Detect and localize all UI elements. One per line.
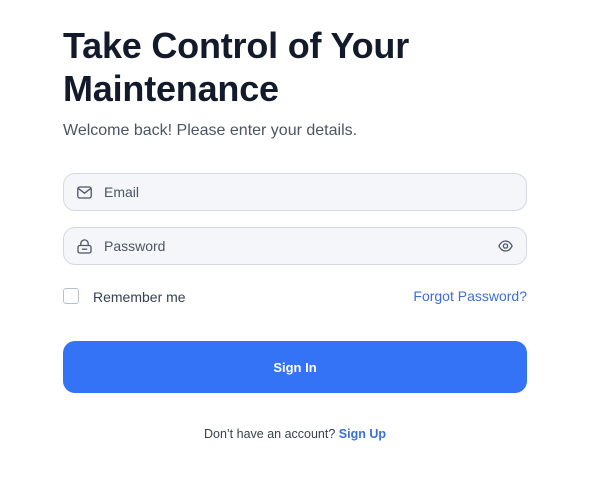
page-title: Take Control of Your Maintenance [63, 25, 410, 109]
form-options-row: Remember me Forgot Password? [63, 287, 527, 307]
sign-up-link[interactable]: Sign Up [339, 427, 386, 441]
remember-me-checkbox[interactable] [63, 288, 79, 304]
page-subtitle: Welcome back! Please enter your details. [63, 122, 358, 139]
signup-prompt: Don’t have an account? Sign Up [63, 427, 527, 441]
signup-prompt-text: Don’t have an account? [203, 427, 336, 441]
forgot-password-link[interactable]: Forgot Password? [413, 288, 527, 304]
eye-icon[interactable] [496, 237, 514, 255]
password-field[interactable] [63, 227, 527, 265]
email-input[interactable] [104, 174, 526, 210]
lock-icon [76, 238, 92, 254]
mail-icon [76, 184, 92, 200]
sign-in-button[interactable]: Sign In [63, 341, 527, 393]
password-input[interactable] [104, 228, 496, 264]
remember-me-label[interactable]: Remember me [93, 289, 186, 305]
email-field[interactable] [63, 173, 527, 211]
